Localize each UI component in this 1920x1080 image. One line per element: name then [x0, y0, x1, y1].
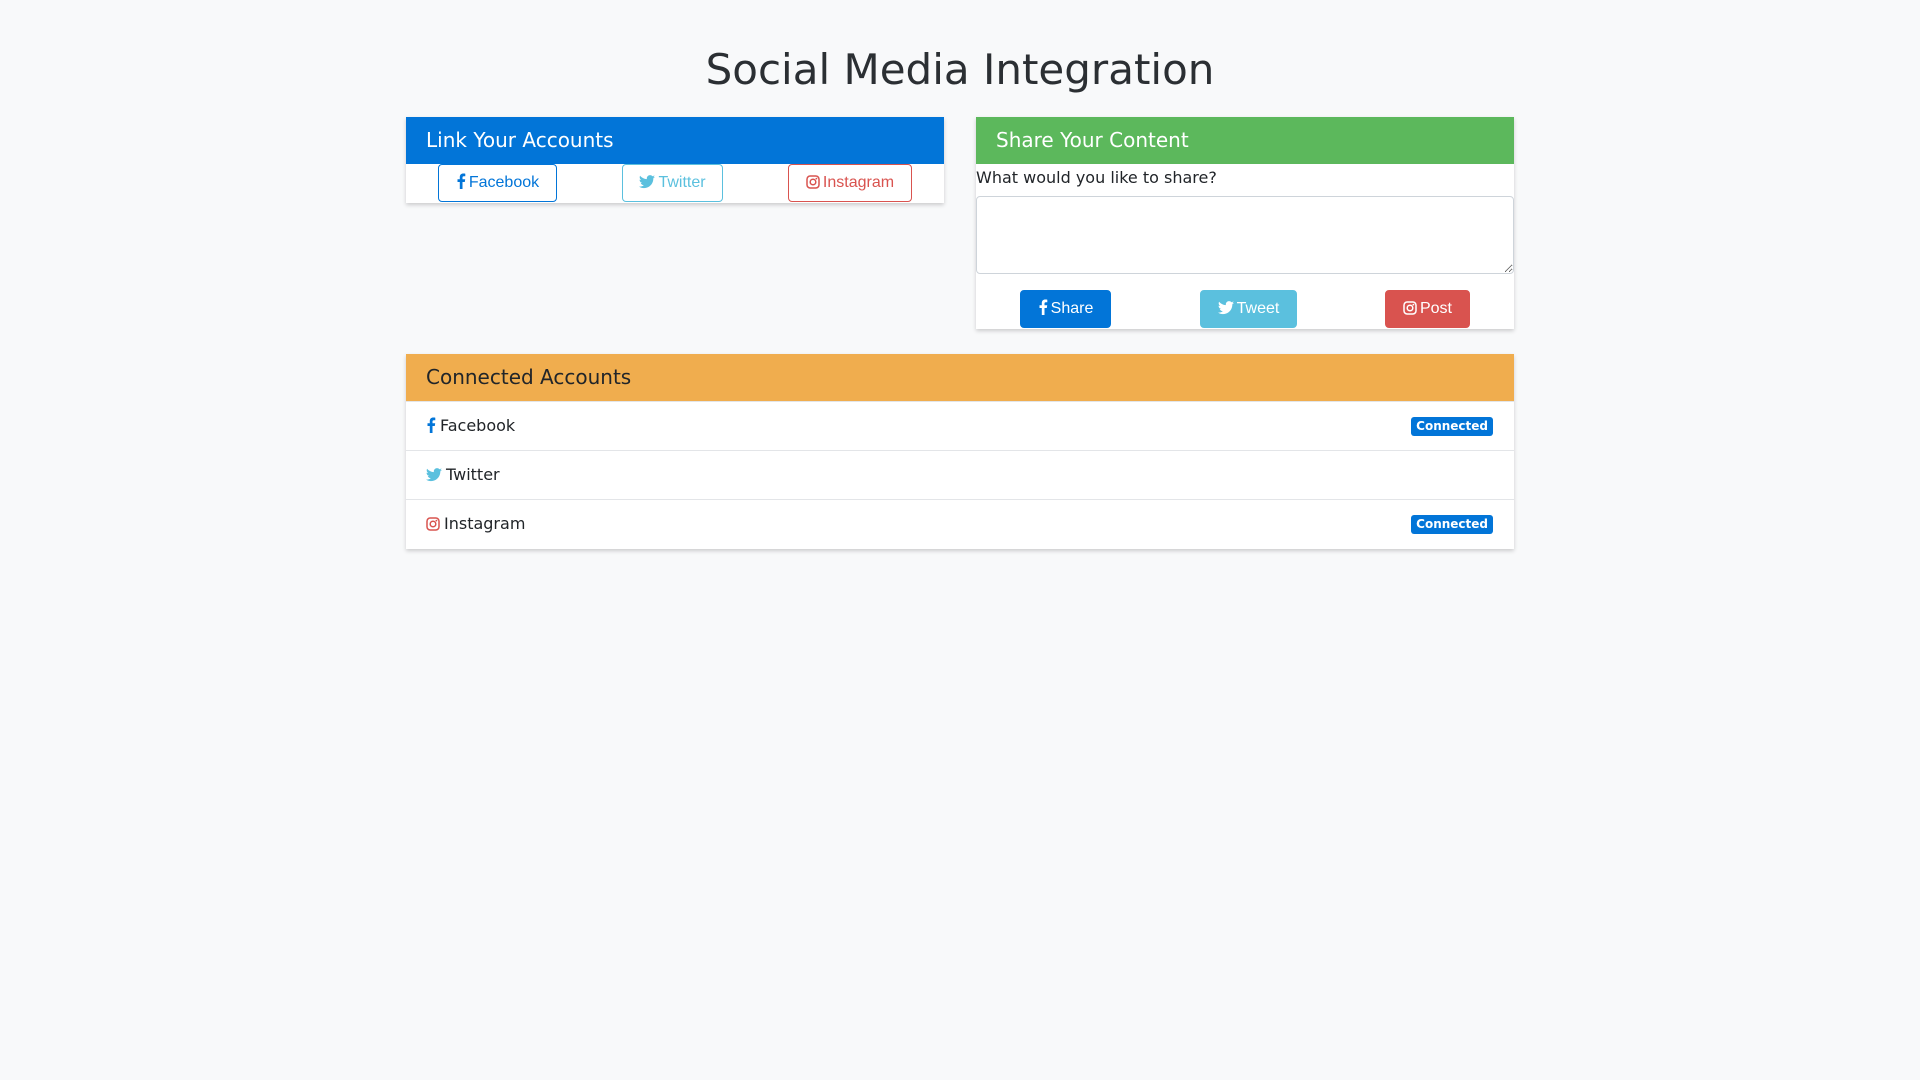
facebook-icon	[457, 173, 466, 189]
account-name: Instagram	[444, 514, 526, 533]
account-name: Twitter	[446, 465, 500, 484]
link-accounts-header: Link Your Accounts	[406, 117, 944, 164]
list-item-facebook: Facebook Connected	[406, 401, 1514, 450]
page-title: Social Media Integration	[705, 45, 1215, 94]
facebook-icon	[426, 404, 436, 452]
share-facebook-label: Share	[1050, 300, 1094, 317]
post-instagram-button[interactable]: Post	[1385, 290, 1470, 328]
share-prompt-label: What would you like to share?	[976, 168, 1217, 187]
link-twitter-label: Twitter	[658, 174, 706, 191]
status-badge: Connected	[1411, 417, 1493, 436]
share-content-textarea[interactable]	[976, 196, 1514, 274]
share-content-header: Share Your Content	[976, 117, 1514, 164]
share-content-card: Share Your Content What would you like t…	[976, 117, 1514, 329]
twitter-icon	[639, 175, 656, 189]
instagram-icon	[1403, 301, 1417, 315]
page: Social Media Integration Link Your Accou…	[0, 0, 1920, 1080]
twitter-icon	[1217, 301, 1234, 315]
link-twitter-button[interactable]: Twitter	[622, 164, 723, 202]
account-name: Facebook	[440, 416, 516, 435]
link-facebook-button[interactable]: Facebook	[438, 164, 557, 202]
share-facebook-button[interactable]: Share	[1020, 290, 1111, 328]
link-accounts-card: Link Your Accounts Facebook Twitter Inst…	[406, 117, 944, 203]
facebook-icon	[1039, 299, 1047, 315]
instagram-icon	[426, 502, 440, 550]
post-label: Post	[1419, 300, 1452, 317]
twitter-icon	[426, 453, 442, 501]
tweet-label: Tweet	[1236, 300, 1280, 317]
link-facebook-label: Facebook	[468, 174, 540, 191]
list-item-instagram: Instagram Connected	[406, 499, 1514, 548]
list-item-twitter: Twitter	[406, 450, 1514, 499]
link-instagram-button[interactable]: Instagram	[788, 164, 912, 202]
tweet-button[interactable]: Tweet	[1200, 290, 1297, 328]
connected-accounts-card: Connected Accounts Facebook Connected Tw…	[406, 354, 1514, 549]
status-badge: Connected	[1411, 515, 1493, 534]
connected-accounts-header: Connected Accounts	[406, 354, 1514, 401]
link-instagram-label: Instagram	[822, 174, 895, 191]
instagram-icon	[806, 175, 820, 189]
